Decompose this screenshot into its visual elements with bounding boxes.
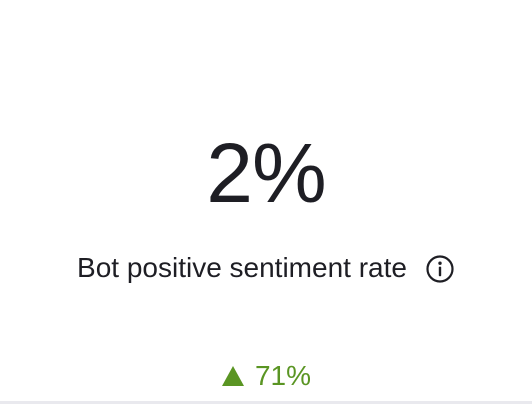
info-icon[interactable]: [425, 254, 455, 284]
metric-label-row: Bot positive sentiment rate: [0, 250, 532, 286]
delta-value: 71%: [254, 360, 312, 391]
triangle-up-icon: [221, 365, 245, 387]
metric-value: 2%: [206, 126, 326, 220]
metric-label: Bot positive sentiment rate: [77, 252, 407, 283]
metric-card: 2% Bot positive sentiment rate 71%: [0, 0, 532, 401]
metric-delta: 71%: [0, 358, 532, 394]
